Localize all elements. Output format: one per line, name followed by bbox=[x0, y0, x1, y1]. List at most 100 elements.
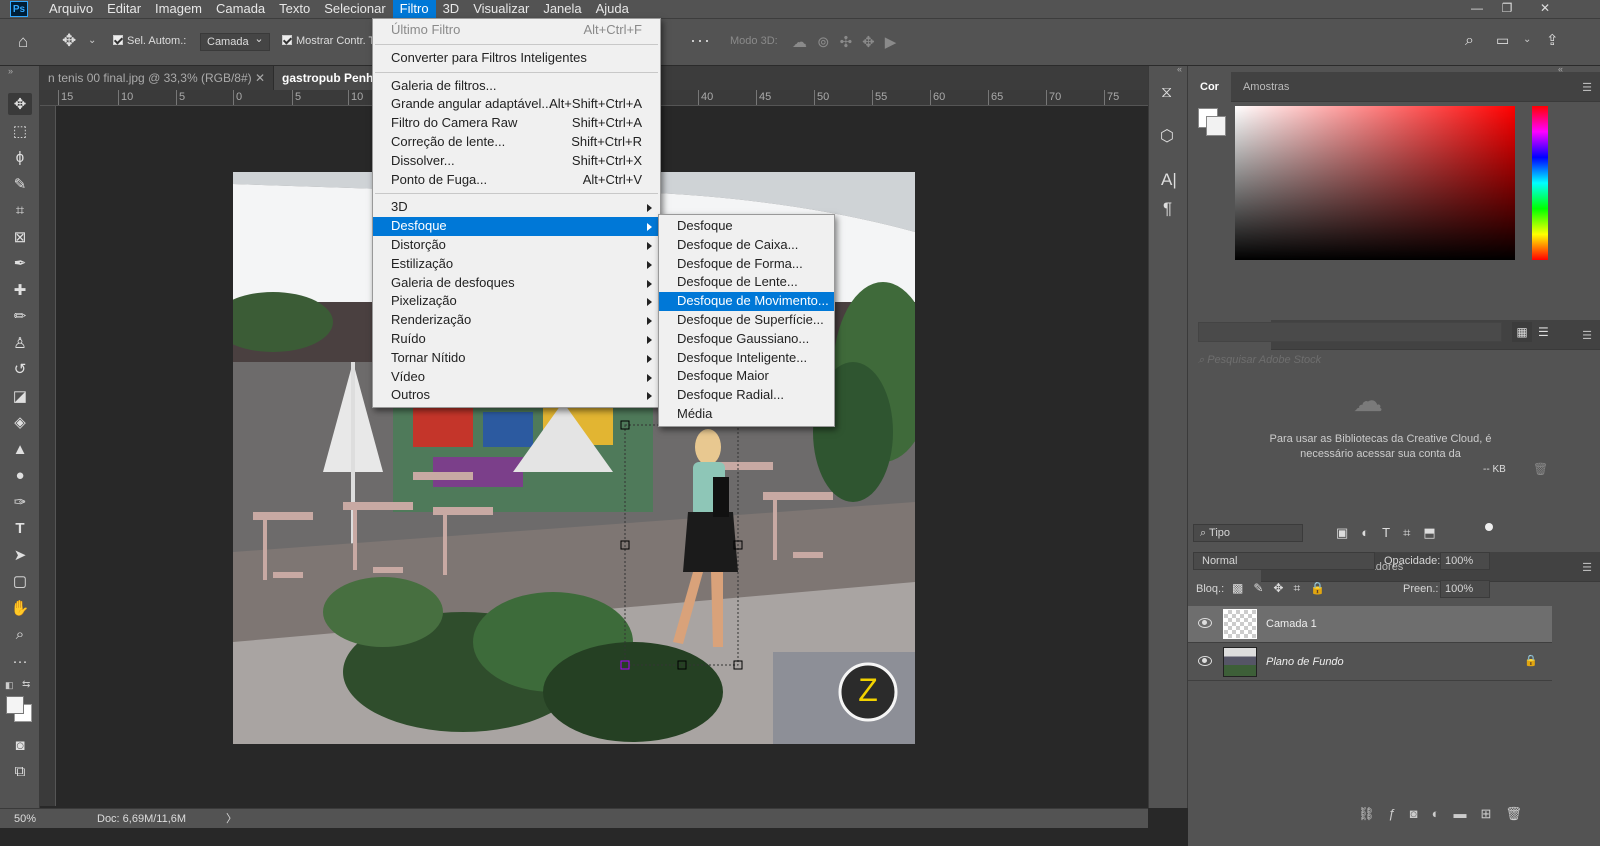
trash-icon[interactable]: 🗑 bbox=[1533, 462, 1548, 476]
more-options-icon[interactable]: ··· bbox=[690, 30, 711, 51]
menu-item[interactable]: Ajuda bbox=[589, 0, 636, 18]
menu-option[interactable]: Média bbox=[659, 405, 834, 424]
blur-tool-icon[interactable]: ▲ bbox=[8, 438, 32, 460]
marquee-tool-icon[interactable]: ⬚ bbox=[8, 120, 32, 142]
menu-item[interactable]: Imagem bbox=[148, 0, 209, 18]
shape-tool-icon[interactable]: ▢ bbox=[8, 570, 32, 592]
menu-option[interactable]: Galeria de filtros... bbox=[373, 77, 660, 96]
menu-option[interactable]: Galeria de desfoques bbox=[373, 274, 660, 293]
eye-icon[interactable] bbox=[1198, 656, 1212, 666]
lasso-tool-icon[interactable]: ϕ bbox=[8, 146, 32, 168]
menu-option[interactable]: Estilização bbox=[373, 255, 660, 274]
menu-item[interactable]: Texto bbox=[272, 0, 317, 18]
3d-mode-icons[interactable]: ☁⊚✣✥▶ bbox=[792, 33, 906, 51]
auto-select-checkbox[interactable]: Sel. Autom.: bbox=[113, 35, 186, 47]
menu-item[interactable]: Selecionar bbox=[317, 0, 392, 18]
eraser-icon[interactable]: ◪ bbox=[8, 385, 32, 407]
share-icon[interactable]: ⇪ bbox=[1546, 31, 1559, 49]
clone-stamp-icon[interactable]: ♙ bbox=[8, 332, 32, 354]
zoom-tool-icon[interactable]: ⌕ bbox=[8, 623, 32, 645]
menu-item[interactable]: Filtro bbox=[392, 0, 436, 18]
menu-option[interactable]: Vídeo bbox=[373, 368, 660, 387]
color-field[interactable] bbox=[1235, 106, 1515, 260]
menu-option[interactable]: Filtro do Camera Raw Shift+Ctrl+A bbox=[373, 114, 660, 133]
menu-option[interactable]: Dissolver... Shift+Ctrl+X bbox=[373, 152, 660, 171]
menu-option[interactable]: Desfoque Radial... bbox=[659, 386, 834, 405]
collapse-icon[interactable]: » bbox=[8, 66, 13, 76]
menu-item[interactable]: Visualizar bbox=[466, 0, 536, 18]
opacity-input[interactable]: 100% bbox=[1440, 552, 1490, 570]
menu-item[interactable]: 3D bbox=[436, 0, 467, 18]
menu-option[interactable]: Desfoque de Forma... bbox=[659, 255, 834, 274]
layer-filter-icons[interactable]: ▣◐T⌗⬒ bbox=[1336, 525, 1449, 541]
menu-option[interactable]: Desfoque bbox=[373, 217, 660, 236]
character-panel-icon[interactable]: A| bbox=[1161, 170, 1177, 190]
minimize-button[interactable]: — bbox=[1462, 0, 1492, 18]
more-tools-icon[interactable]: ··· bbox=[8, 650, 32, 672]
menu-option[interactable]: Pixelização bbox=[373, 292, 660, 311]
background-swatch[interactable] bbox=[1206, 116, 1226, 136]
status-arrow-icon[interactable]: 〉 bbox=[226, 809, 237, 829]
grid-view-icon[interactable]: ▦ bbox=[1512, 322, 1532, 342]
menu-option[interactable]: Desfoque de Superfície... bbox=[659, 311, 834, 330]
layer-name[interactable]: Plano de Fundo bbox=[1266, 656, 1344, 668]
menu-item[interactable]: Arquivo bbox=[42, 0, 100, 18]
foreground-color-swatch[interactable] bbox=[6, 696, 24, 714]
collapse-icon[interactable]: « bbox=[1177, 64, 1182, 74]
type-tool-icon[interactable]: T bbox=[8, 517, 32, 539]
menu-option[interactable]: Ponto de Fuga... Alt+Ctrl+V bbox=[373, 171, 660, 190]
dodge-tool-icon[interactable]: ● bbox=[8, 464, 32, 486]
history-panel-icon[interactable]: ⧖ bbox=[1161, 84, 1172, 102]
document-tab[interactable]: n tenis 00 final.jpg @ 33,3% (RGB/8#) ✕ bbox=[40, 66, 275, 90]
quick-mask-icon[interactable]: ◙ bbox=[8, 734, 32, 756]
history-brush-icon[interactable]: ↺ bbox=[8, 358, 32, 380]
auto-select-dropdown[interactable]: Camada bbox=[200, 32, 270, 51]
list-view-icon[interactable]: ☰ bbox=[1538, 322, 1549, 342]
menu-option[interactable]: 3D bbox=[373, 198, 660, 217]
menu-option[interactable]: Ruído bbox=[373, 330, 660, 349]
lock-icons[interactable]: ▩✎✥⌗🔒 bbox=[1232, 581, 1335, 596]
layer-name[interactable]: Camada 1 bbox=[1266, 618, 1317, 630]
chevron-down-icon[interactable]: ⌄ bbox=[1523, 34, 1531, 45]
menu-item[interactable]: Janela bbox=[536, 0, 588, 18]
menu-option[interactable]: Correção de lente... Shift+Ctrl+R bbox=[373, 133, 660, 152]
workspace-icon[interactable]: ▭ bbox=[1496, 32, 1509, 49]
frame-tool-icon[interactable]: ⊠ bbox=[8, 226, 32, 248]
blend-mode-dropdown[interactable]: Normal bbox=[1193, 552, 1375, 570]
3d-panel-icon[interactable]: ⬡ bbox=[1160, 126, 1174, 146]
screen-mode-icon[interactable]: ⧉ bbox=[8, 760, 32, 782]
menu-option[interactable]: Distorção bbox=[373, 236, 660, 255]
menu-option[interactable]: Desfoque bbox=[659, 217, 834, 236]
crop-tool-icon[interactable]: ⌗ bbox=[8, 199, 32, 221]
filter-toggle-icon[interactable] bbox=[1485, 523, 1493, 531]
menu-item[interactable]: Camada bbox=[209, 0, 272, 18]
default-colors-icon[interactable]: ◧ bbox=[5, 680, 14, 691]
panel-menu-icon[interactable]: ☰ bbox=[1582, 81, 1592, 94]
menu-option[interactable]: Desfoque Maior bbox=[659, 367, 834, 386]
layer-filter-dropdown[interactable]: ⌕ Tipo bbox=[1193, 524, 1303, 542]
menu-option[interactable]: Tornar Nítido bbox=[373, 349, 660, 368]
panel-menu-icon[interactable]: ☰ bbox=[1582, 329, 1592, 342]
healing-brush-icon[interactable]: ✚ bbox=[8, 279, 32, 301]
restore-button[interactable]: ❐ bbox=[1492, 0, 1522, 18]
menu-option[interactable]: Desfoque Gaussiano... bbox=[659, 330, 834, 349]
swap-colors-icon[interactable]: ⇆ bbox=[22, 679, 30, 690]
quick-select-icon[interactable]: ✎ bbox=[8, 173, 32, 195]
menu-option[interactable]: Desfoque de Caixa... bbox=[659, 236, 834, 255]
home-icon[interactable]: ⌂ bbox=[18, 32, 28, 52]
eyedropper-icon[interactable]: ✒ bbox=[8, 252, 32, 274]
library-dropdown[interactable] bbox=[1198, 322, 1502, 342]
menu-item[interactable]: Editar bbox=[100, 0, 148, 18]
tab-swatches[interactable]: Amostras bbox=[1231, 72, 1301, 102]
layer-row-background[interactable]: Plano de Fundo 🔒 bbox=[1188, 644, 1552, 681]
tool-preset-dropdown-icon[interactable]: ⌄ bbox=[88, 35, 96, 46]
menu-option[interactable]: Renderização bbox=[373, 311, 660, 330]
paint-bucket-icon[interactable]: ◈ bbox=[8, 411, 32, 433]
menu-option[interactable]: Converter para Filtros Inteligentes bbox=[373, 49, 660, 68]
pen-tool-icon[interactable]: ✑ bbox=[8, 491, 32, 513]
tab-color[interactable]: Cor bbox=[1188, 72, 1231, 102]
close-window-button[interactable]: ✕ bbox=[1530, 0, 1560, 18]
paragraph-panel-icon[interactable]: ¶ bbox=[1163, 199, 1172, 219]
eye-icon[interactable] bbox=[1198, 618, 1212, 628]
move-tool-icon[interactable]: ✥ bbox=[8, 93, 32, 115]
